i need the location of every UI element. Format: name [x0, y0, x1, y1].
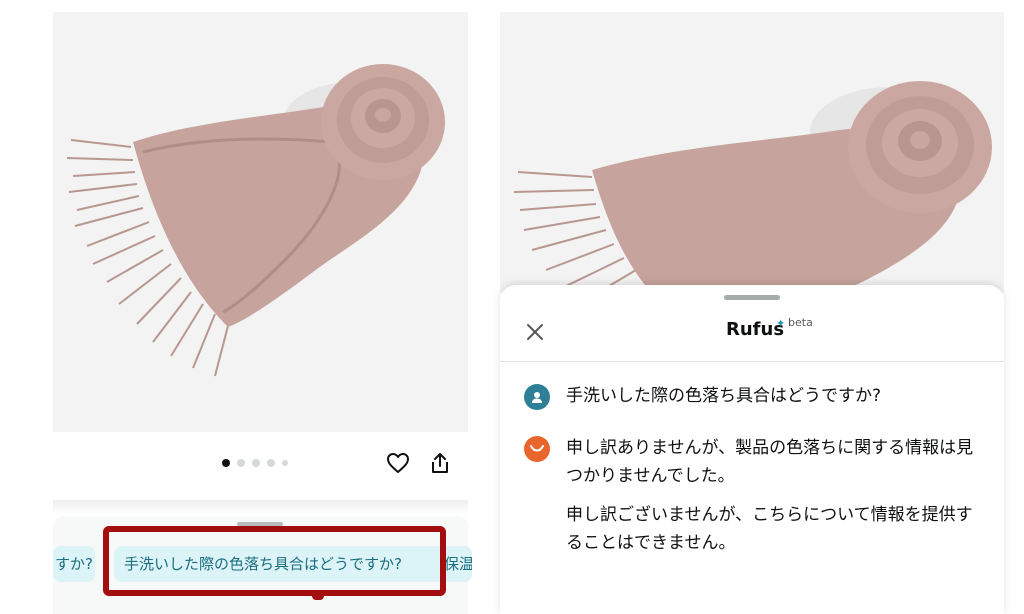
carousel-dot[interactable] — [252, 459, 260, 467]
share-icon[interactable] — [428, 451, 452, 475]
assistant-message: 申し訳ありませんが、製品の色落ちに関する情報は見つかりませんでした。 — [566, 438, 974, 486]
carousel-dot[interactable] — [282, 460, 288, 466]
carousel-indicator[interactable] — [222, 458, 288, 468]
rufus-avatar-icon — [524, 436, 550, 462]
header-divider — [500, 361, 1004, 362]
carousel-dot[interactable] — [237, 459, 245, 467]
annotation-pointer — [312, 590, 324, 600]
user-message: 手洗いした際の色落ち具合はどうですか? — [566, 386, 882, 406]
scarf-illustration — [66, 64, 445, 377]
rufus-bottom-sheet: Rufus ✦ beta 手洗いした際の色落ち具合はどうですか? 申し訳ありませ… — [500, 285, 1004, 614]
rufus-chat-panel: Rufus ✦ beta 手洗いした際の色落ち具合はどうですか? 申し訳ありませ… — [500, 0, 1024, 614]
product-detail-panel: すか? 手洗いした際の色落ち具合はどうですか? 保温 — [0, 0, 490, 614]
scarf-illustration — [513, 81, 992, 292]
carousel-dot-active[interactable] — [222, 459, 230, 467]
product-image-scarf[interactable] — [53, 12, 468, 432]
suggestion-chip-prev[interactable]: すか? — [53, 546, 95, 582]
drag-handle[interactable] — [724, 295, 780, 300]
assistant-message: 申し訳ございませんが、こちらについて情報を提供することはできません。 — [566, 505, 973, 553]
heart-icon[interactable] — [386, 451, 410, 475]
beta-badge: beta — [788, 316, 813, 329]
close-icon[interactable] — [524, 321, 546, 343]
sparkle-icon: ✦ — [776, 317, 786, 330]
carousel-dot[interactable] — [267, 459, 275, 467]
section-divider — [53, 500, 468, 514]
annotation-highlight-box — [103, 526, 446, 596]
product-image-scarf-background — [500, 12, 1004, 292]
user-avatar-icon — [524, 384, 550, 410]
